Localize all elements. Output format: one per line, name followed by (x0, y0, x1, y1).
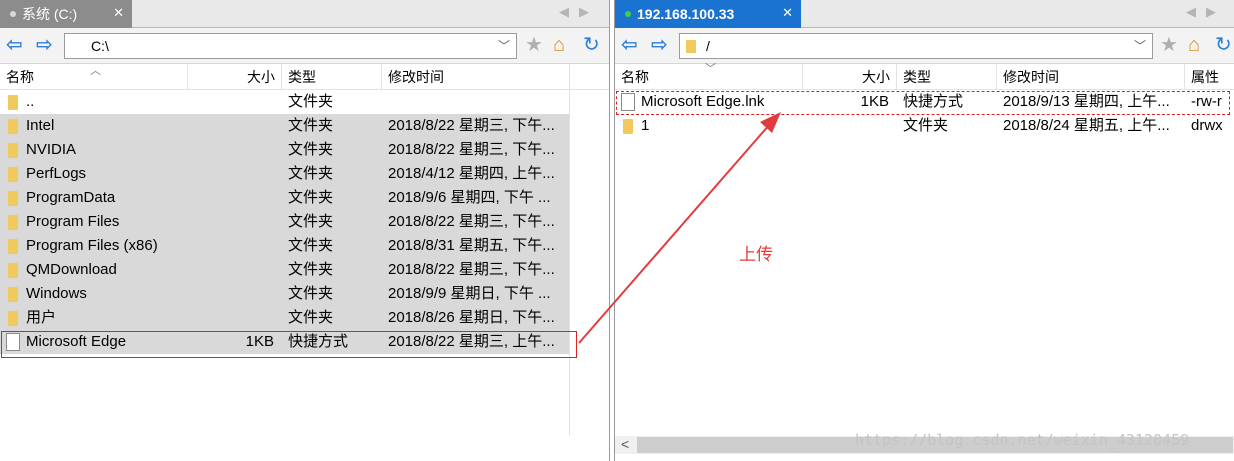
upload-arrow-line (578, 123, 771, 344)
upload-annotation-label: 上传 (739, 245, 773, 264)
upload-arrow (578, 112, 781, 344)
watermark: https://blog.csdn.net/weixin_43120459 (855, 431, 1190, 449)
upload-arrow-head (760, 112, 781, 133)
